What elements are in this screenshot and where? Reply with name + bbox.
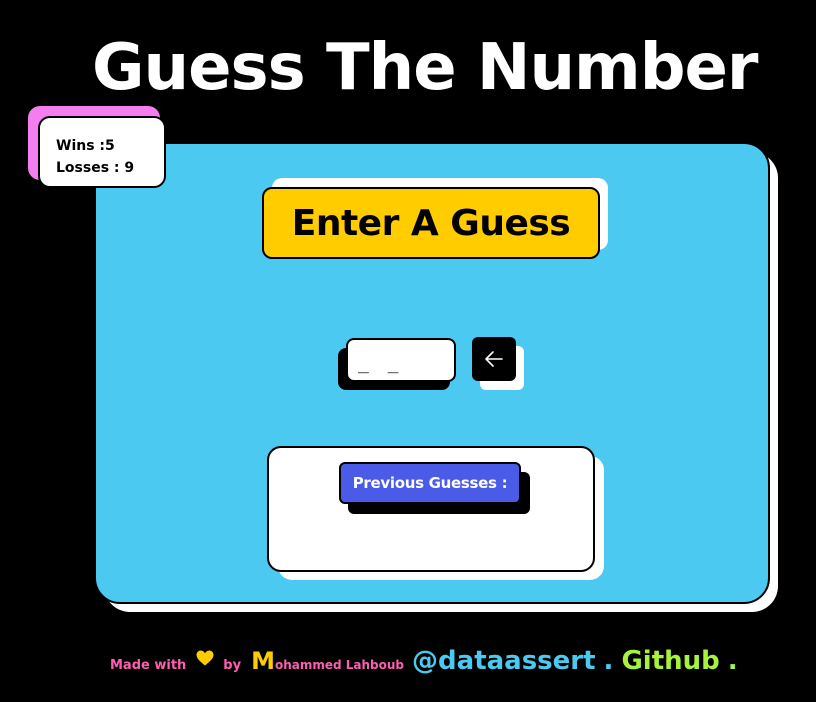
footer-author-name: ohammed Lahboub — [274, 658, 405, 672]
app-page: Guess The Number Wins :5 Losses : 9 Ente… — [0, 0, 816, 702]
arrow-left-icon — [485, 351, 503, 367]
guess-input[interactable] — [346, 338, 456, 382]
footer: Made with by Mohammed Lahboub @dataasser… — [110, 646, 738, 682]
footer-made-with: Made with — [110, 658, 187, 673]
footer-handle-link[interactable]: @dataassert — [412, 646, 596, 676]
losses-label: Losses : — [56, 160, 125, 176]
losses-value: 9 — [124, 160, 135, 176]
previous-guesses-label-text: Previous Guesses : — [352, 474, 508, 492]
footer-github-link[interactable]: Github — [621, 646, 719, 676]
heading-text: Enter A Guess — [291, 202, 571, 244]
wins-value: 5 — [105, 138, 115, 154]
wins-row: Wins :5 — [56, 135, 164, 157]
heading-banner: Enter A Guess — [262, 187, 600, 259]
heart-icon — [196, 650, 214, 670]
footer-by: by — [223, 658, 242, 673]
footer-author-initial: M — [251, 647, 275, 675]
wins-label: Wins : — [56, 138, 106, 154]
previous-guesses-label: Previous Guesses : — [339, 462, 521, 504]
losses-row: Losses : 9 — [56, 157, 164, 179]
footer-separator: . — [603, 646, 614, 676]
page-title: Guess The Number — [92, 31, 758, 105]
score-box: Wins :5 Losses : 9 — [38, 116, 166, 188]
footer-end-dot: . — [727, 646, 738, 676]
submit-guess-button[interactable] — [472, 337, 516, 381]
